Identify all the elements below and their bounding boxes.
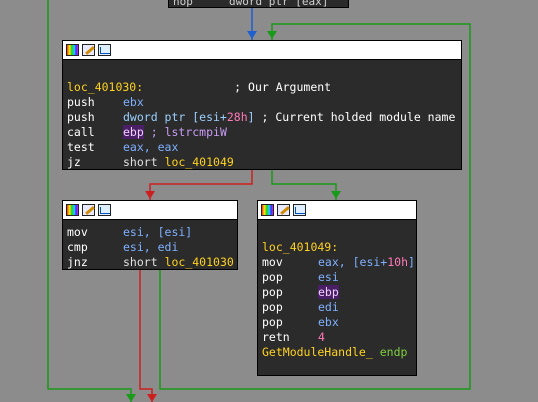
instruction-mnemonic: mov bbox=[67, 225, 88, 239]
immediate-value: 28h bbox=[226, 110, 248, 124]
instruction-line[interactable]: cmp esi, edi bbox=[67, 240, 233, 255]
label-line[interactable]: loc_401030: ; Our Argument bbox=[67, 80, 457, 95]
instruction-operand[interactable]: dword ptr [esi+ bbox=[123, 110, 227, 124]
instruction-mnemonic: push bbox=[67, 110, 95, 124]
edge-node1-false bbox=[149, 170, 253, 200]
jump-target-label[interactable]: loc_401030 bbox=[165, 255, 234, 269]
arrow-node2-loop bbox=[267, 31, 277, 39]
instruction-operand[interactable]: eax, eax bbox=[123, 140, 178, 154]
color-palette-icon[interactable] bbox=[66, 204, 79, 216]
code-block-loop-compare[interactable]: mov esi, [esi] cmp esi, edi jnz short loc_4… bbox=[62, 200, 238, 270]
color-palette-icon[interactable] bbox=[66, 44, 79, 56]
edit-pen-icon[interactable] bbox=[82, 204, 95, 216]
call-target-comment[interactable]: ; lstrcmpiW bbox=[151, 125, 227, 139]
instruction-mnemonic: call bbox=[67, 125, 95, 139]
instruction-line[interactable]: push ebx bbox=[67, 95, 457, 110]
arrow-top-to-node1 bbox=[247, 31, 257, 39]
instruction-mnemonic: pop bbox=[262, 270, 283, 284]
code-block-loc-401030[interactable]: loc_401030: ; Our Argument push ebx push dw… bbox=[62, 40, 462, 170]
instruction-line[interactable]: retn 4 bbox=[262, 330, 412, 345]
immediate-value: 10h bbox=[387, 255, 409, 269]
node-header[interactable] bbox=[63, 201, 237, 220]
jump-kind: short bbox=[123, 155, 158, 169]
immediate-value: 4 bbox=[318, 330, 325, 344]
arrow-node1-true bbox=[331, 191, 341, 199]
arrow-node2-false bbox=[147, 394, 157, 402]
label-comment: ; Our Argument bbox=[234, 80, 332, 94]
instruction-line[interactable]: pop ebp bbox=[262, 285, 412, 300]
edit-pen-icon[interactable] bbox=[82, 44, 95, 56]
instruction-mnemonic: pop bbox=[262, 315, 283, 329]
instruction-operand[interactable]: esi, [esi] bbox=[123, 225, 192, 239]
instruction-mnemonic: mov bbox=[262, 255, 283, 269]
instruction-mnemonic: test bbox=[67, 140, 95, 154]
instruction-comment: ; Current holded module name bbox=[261, 110, 456, 124]
instruction-line[interactable]: call ebp ; lstrcmpiW bbox=[67, 125, 457, 140]
jump-kind: short bbox=[123, 255, 158, 269]
instruction-operand[interactable]: esi bbox=[318, 270, 339, 284]
instruction-line[interactable]: test eax, eax bbox=[67, 140, 457, 155]
instruction-line[interactable]: jnz short loc_401030 bbox=[67, 255, 234, 270]
instruction-operand[interactable]: esi, edi bbox=[123, 240, 178, 254]
instruction-line[interactable]: push dword ptr [esi+28h] ; Current holded… bbox=[67, 110, 457, 125]
instruction-mnemonic: jz bbox=[67, 155, 81, 169]
color-palette-icon[interactable] bbox=[261, 204, 274, 216]
label-line[interactable]: loc_401049: bbox=[262, 240, 412, 255]
node-header[interactable] bbox=[258, 201, 416, 220]
jump-target-label[interactable]: loc_401049 bbox=[165, 155, 234, 169]
instruction-mnemonic: pop bbox=[262, 285, 283, 299]
instruction-operand[interactable]: ebx bbox=[318, 315, 339, 329]
graph-view-icon[interactable] bbox=[98, 204, 111, 216]
edit-pen-icon[interactable] bbox=[277, 204, 290, 216]
instruction-line[interactable]: mov esi, [esi] bbox=[67, 225, 233, 240]
arrow-left-down bbox=[126, 394, 136, 402]
edge-node2-false bbox=[139, 270, 153, 402]
instruction-mnemonic: cmp bbox=[67, 240, 88, 254]
instruction-operand: dword ptr [eax] bbox=[229, 0, 329, 8]
endp-line[interactable]: GetModuleHandle_ endp bbox=[262, 345, 412, 360]
operand-suffix: ] bbox=[408, 255, 415, 269]
instruction-line[interactable]: mov eax, [esi+10h] bbox=[262, 255, 415, 270]
code-block-loc-401049[interactable]: loc_401049: mov eax, [esi+10h] pop esi pop… bbox=[257, 200, 417, 376]
instruction-operand[interactable]: edi bbox=[318, 300, 339, 314]
graph-view-icon[interactable] bbox=[98, 44, 111, 56]
instruction-mnemonic: jnz bbox=[67, 255, 88, 269]
instruction-line[interactable]: jz short loc_401049 bbox=[67, 155, 457, 170]
instruction-mnemonic: retn bbox=[262, 330, 290, 344]
instruction-line[interactable]: pop ebx bbox=[262, 315, 412, 330]
operand-suffix: ] bbox=[247, 110, 255, 124]
block-label[interactable]: loc_401030: bbox=[67, 80, 143, 94]
edge-node1-true bbox=[271, 170, 337, 200]
previous-node-fragment[interactable]: nop dword ptr [eax] bbox=[168, 0, 349, 8]
instruction-operand[interactable]: ebx bbox=[123, 95, 144, 109]
instruction-mnemonic: pop bbox=[262, 300, 283, 314]
highlighted-register[interactable]: ebp bbox=[123, 125, 144, 139]
instruction-mnemonic: nop bbox=[173, 0, 193, 8]
arrow-node1-false bbox=[145, 191, 155, 199]
highlighted-register[interactable]: ebp bbox=[318, 285, 339, 299]
node-header[interactable] bbox=[63, 41, 461, 60]
instruction-mnemonic: push bbox=[67, 95, 95, 109]
block-label[interactable]: loc_401049: bbox=[262, 240, 338, 254]
function-name[interactable]: GetModuleHandle_ bbox=[262, 345, 373, 359]
instruction-operand[interactable]: eax, [esi+ bbox=[318, 255, 387, 269]
instruction-line[interactable]: pop esi bbox=[262, 270, 412, 285]
endp-keyword: endp bbox=[379, 345, 408, 359]
graph-view-icon[interactable] bbox=[293, 204, 306, 216]
instruction-line[interactable]: pop edi bbox=[262, 300, 412, 315]
